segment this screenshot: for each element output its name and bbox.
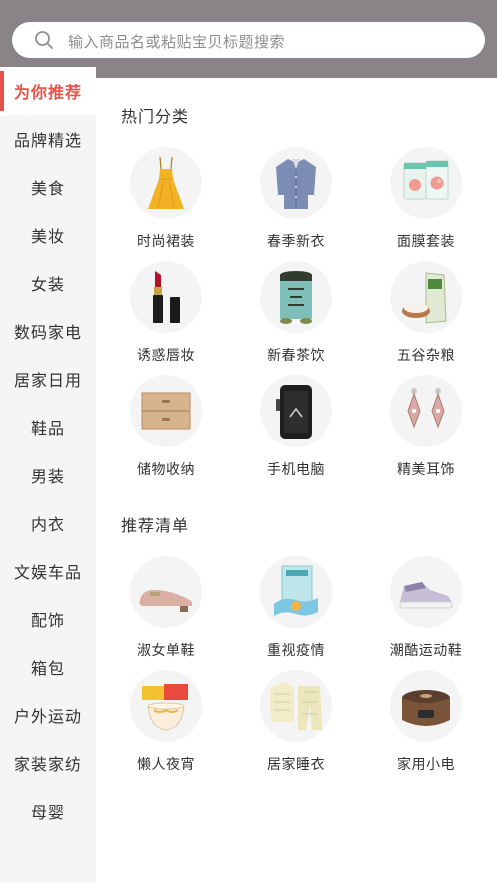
category-image (390, 147, 462, 219)
sidebar-item-label: 文娱车品 (13, 563, 82, 582)
category-item[interactable]: 新春茶饮 (236, 261, 356, 373)
sidebar-item-household[interactable]: 居家日用 (0, 355, 96, 403)
category-item[interactable]: 手机电脑 (236, 375, 356, 487)
recommend-image (130, 556, 202, 628)
lipstick-icon (153, 271, 180, 323)
phone-icon (276, 385, 312, 439)
recommend-label: 家用小电 (397, 757, 455, 773)
sidebar-item-womenswear[interactable]: 女装 (0, 259, 96, 307)
category-image (130, 375, 202, 447)
sidebar-item-label: 内衣 (30, 515, 65, 534)
recommend-item[interactable]: 家用小电 (366, 670, 486, 782)
category-image (130, 261, 202, 333)
recommend-image (260, 556, 332, 628)
category-item[interactable]: 面膜套装 (366, 147, 486, 259)
recommend-image (260, 670, 332, 742)
recommend-item[interactable]: 淑女单鞋 (106, 556, 226, 668)
rice-cooker-icon (402, 690, 450, 726)
sidebar-item-beauty[interactable]: 美妆 (0, 211, 96, 259)
category-image (260, 261, 332, 333)
category-item[interactable]: 五谷杂粮 (366, 261, 486, 373)
category-label: 手机电脑 (267, 462, 325, 478)
drawer-box-icon (141, 392, 191, 430)
category-item[interactable]: 时尚裙装 (106, 147, 226, 259)
sidebar-item-label: 居家日用 (13, 371, 82, 390)
sidebar-item-recommend[interactable]: 为你推荐 (0, 67, 96, 115)
active-indicator (0, 71, 4, 111)
sneaker-icon (399, 582, 453, 609)
sidebar-item-digital[interactable]: 数码家电 (0, 307, 96, 355)
recommend-image (390, 670, 462, 742)
recommend-label: 潮酷运动鞋 (389, 643, 463, 659)
category-item[interactable]: 春季新衣 (236, 147, 356, 259)
sidebar-item-bags[interactable]: 箱包 (0, 643, 96, 691)
sidebar-item-brands[interactable]: 品牌精选 (0, 115, 96, 163)
sidebar-item-label: 美妆 (30, 227, 65, 246)
recommend-image (390, 556, 462, 628)
category-item[interactable]: 精美耳饰 (366, 375, 486, 487)
category-label: 储物收纳 (137, 462, 195, 478)
category-label: 诱惑唇妆 (137, 348, 195, 364)
recommend-label: 重视疫情 (267, 643, 325, 659)
sidebar-item-label: 配饰 (30, 611, 65, 630)
earrings-icon (407, 388, 445, 429)
sidebar-item-outdoor[interactable]: 户外运动 (0, 691, 96, 739)
recommend-item[interactable]: 懒人夜宵 (106, 670, 226, 782)
sidebar-item-menswear[interactable]: 男装 (0, 451, 96, 499)
category-image (390, 375, 462, 447)
sidebar-item-label: 男装 (30, 467, 65, 486)
recommend-label: 淑女单鞋 (137, 643, 195, 659)
category-image (130, 147, 202, 219)
category-image (260, 375, 332, 447)
recommend-item[interactable]: 居家睡衣 (236, 670, 356, 782)
flat-shoe-icon (139, 590, 192, 612)
category-item[interactable]: 诱惑唇妆 (106, 261, 226, 373)
category-label: 新春茶饮 (267, 348, 325, 364)
category-sidebar: 为你推荐 品牌精选 美食 美妆 女装 数码家电 居家日用 鞋品 男装 内衣 文娱… (0, 67, 96, 883)
search-bar[interactable]: 输入商品名或粘贴宝贝标题搜索 (12, 22, 485, 58)
section-title-hot: 热门分类 (121, 107, 190, 126)
sidebar-item-label: 鞋品 (30, 419, 65, 438)
instant-noodles-icon (142, 684, 188, 731)
category-label: 精美耳饰 (397, 462, 455, 478)
sidebar-item-shoes[interactable]: 鞋品 (0, 403, 96, 451)
category-label: 五谷杂粮 (397, 348, 455, 364)
search-icon (35, 31, 53, 49)
sidebar-item-home-textile[interactable]: 家装家纺 (0, 739, 96, 787)
sidebar-item-label: 数码家电 (13, 323, 82, 342)
sidebar-item-accessories[interactable]: 配饰 (0, 595, 96, 643)
search-input[interactable]: 输入商品名或粘贴宝贝标题搜索 (68, 31, 285, 52)
category-label: 春季新衣 (267, 234, 325, 250)
sidebar-item-label: 品牌精选 (13, 131, 82, 150)
sidebar-item-label: 母婴 (30, 803, 65, 822)
sidebar-item-label: 女装 (30, 275, 65, 294)
category-item[interactable]: 储物收纳 (106, 375, 226, 487)
sidebar-item-baby[interactable]: 母婴 (0, 787, 96, 835)
recommend-label: 懒人夜宵 (137, 757, 195, 773)
shirt-icon (276, 159, 316, 209)
category-image (260, 147, 332, 219)
category-image (390, 261, 462, 333)
category-label: 时尚裙装 (137, 234, 195, 250)
sidebar-item-label: 美食 (30, 179, 65, 198)
recommend-label: 居家睡衣 (267, 757, 325, 773)
recommend-item[interactable]: 重视疫情 (236, 556, 356, 668)
sidebar-item-label: 箱包 (30, 659, 65, 678)
rice-bag-icon (402, 272, 447, 324)
face-mask-icon (403, 160, 449, 200)
pajamas-icon (270, 682, 322, 730)
tea-can-icon (280, 271, 312, 324)
dress-icon (148, 156, 184, 210)
sidebar-item-label: 为你推荐 (13, 83, 82, 102)
sidebar-item-entertainment-car[interactable]: 文娱车品 (0, 547, 96, 595)
face-masks-box-icon (274, 565, 318, 616)
recommend-image (130, 670, 202, 742)
category-label: 面膜套装 (397, 234, 455, 250)
sidebar-item-label: 家装家纺 (13, 755, 82, 774)
sidebar-item-food[interactable]: 美食 (0, 163, 96, 211)
sidebar-item-underwear[interactable]: 内衣 (0, 499, 96, 547)
sidebar-item-label: 户外运动 (13, 707, 82, 726)
recommend-item[interactable]: 潮酷运动鞋 (366, 556, 486, 668)
section-title-recommend: 推荐清单 (121, 516, 190, 535)
